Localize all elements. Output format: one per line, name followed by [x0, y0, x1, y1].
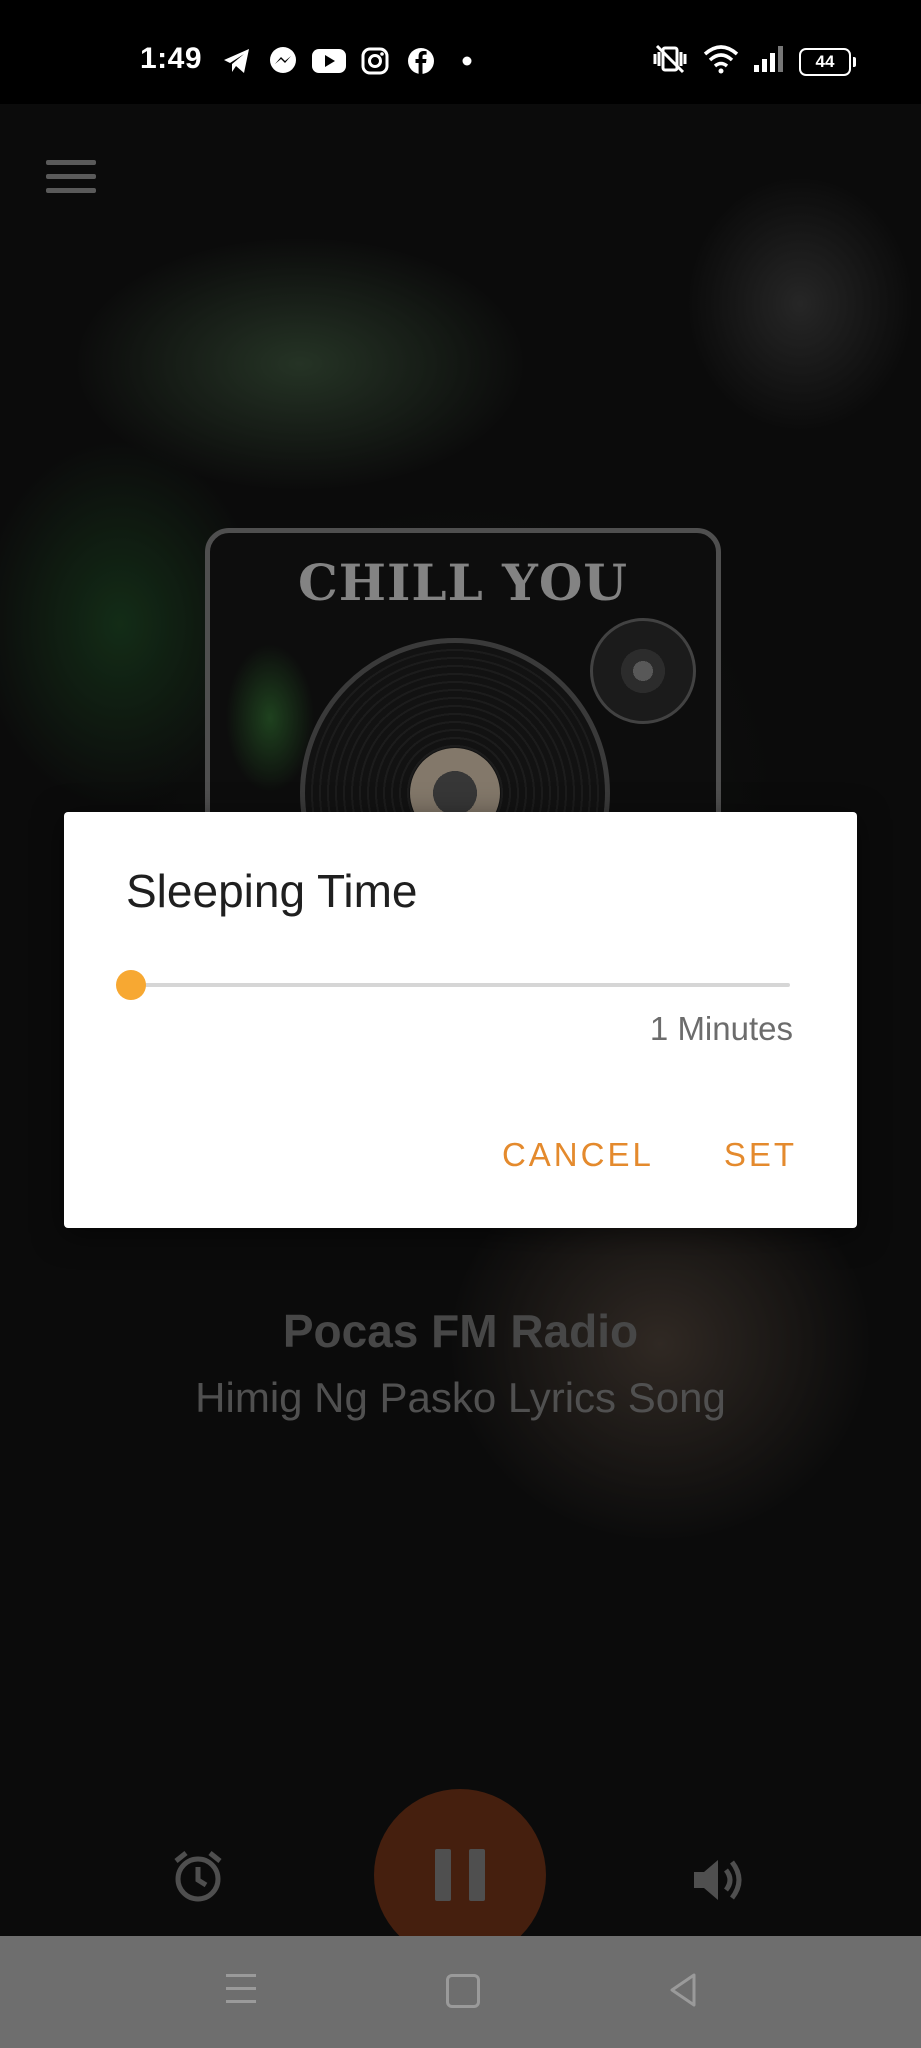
signal-icon [753, 45, 785, 78]
back-icon[interactable] [664, 1970, 704, 2010]
wifi-icon [703, 44, 739, 79]
system-nav-bar [0, 1936, 921, 2048]
home-icon[interactable] [446, 1974, 480, 2008]
messenger-icon [266, 44, 300, 78]
status-bar: 1:49 44 [0, 0, 921, 104]
instagram-icon [358, 44, 392, 78]
sleep-time-slider[interactable] [116, 970, 790, 1000]
dialog-actions: CANCEL SET [502, 1136, 797, 1174]
slider-track[interactable] [128, 983, 790, 987]
recents-icon[interactable] [226, 1974, 256, 2008]
battery-icon: 44 [799, 47, 856, 76]
cancel-button[interactable]: CANCEL [502, 1136, 654, 1174]
slider-thumb[interactable] [116, 970, 146, 1000]
youtube-icon [312, 44, 346, 78]
slider-value-label: 1 Minutes [649, 1010, 793, 1047]
status-right: 44 [651, 44, 856, 79]
dialog-title: Sleeping Time [126, 865, 418, 917]
notification-icons [220, 44, 484, 78]
facebook-icon [404, 44, 438, 78]
telegram-icon [220, 44, 254, 78]
status-time: 1:49 [140, 42, 203, 75]
dot-icon [450, 44, 484, 78]
sleep-timer-dialog: Sleeping Time 1 Minutes CANCEL SET [64, 812, 857, 1228]
set-button[interactable]: SET [724, 1136, 797, 1174]
vibrate-mute-icon [651, 44, 689, 79]
